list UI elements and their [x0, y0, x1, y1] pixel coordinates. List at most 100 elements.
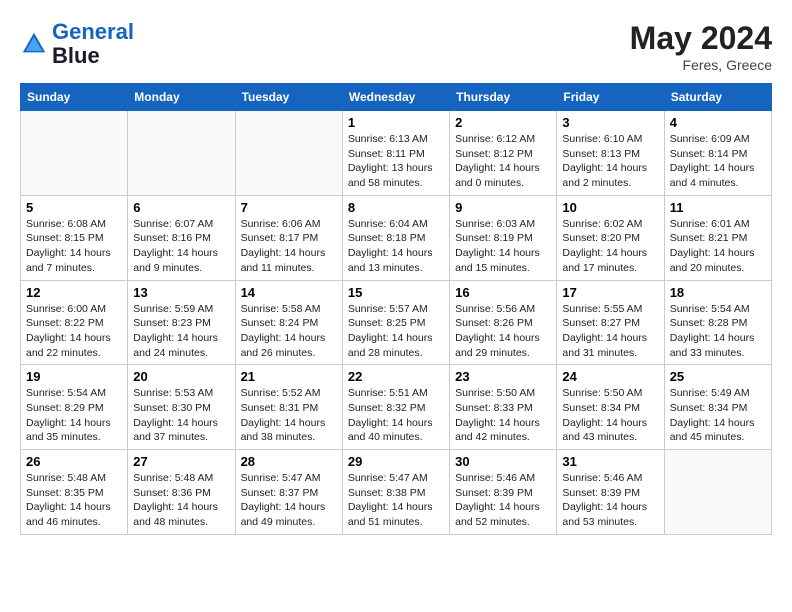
weekday-thursday: Thursday: [450, 84, 557, 111]
day-number: 3: [562, 115, 658, 130]
weekday-wednesday: Wednesday: [342, 84, 449, 111]
calendar-cell: 18 Sunrise: 5:54 AM Sunset: 8:28 PM Dayli…: [664, 280, 771, 365]
day-info: Sunrise: 5:48 AM Sunset: 8:35 PM Dayligh…: [26, 471, 122, 530]
title-block: May 2024 Feres, Greece: [630, 20, 772, 73]
calendar-cell: 24Sunrise: 5:50 AM Sunset: 8:34 PM Dayli…: [557, 365, 664, 450]
calendar-cell: 28 Sunrise: 5:47 AM Sunset: 8:37 PM Dayli…: [235, 450, 342, 535]
day-number: 5: [26, 200, 122, 215]
calendar-cell: 31 Sunrise: 5:46 AM Sunset: 8:39 PM Dayli…: [557, 450, 664, 535]
day-info: Sunrise: 5:46 AM Sunset: 8:39 PM Dayligh…: [562, 471, 658, 530]
day-info: Sunrise: 6:13 AM Sunset: 8:11 PM Dayligh…: [348, 132, 444, 191]
day-number: 23: [455, 369, 551, 384]
day-info: Sunrise: 5:47 AM Sunset: 8:38 PM Dayligh…: [348, 471, 444, 530]
day-number: 25: [670, 369, 766, 384]
day-info: Sunrise: 6:01 AM Sunset: 8:21 PM Dayligh…: [670, 217, 766, 276]
day-number: 21: [241, 369, 337, 384]
day-number: 9: [455, 200, 551, 215]
day-number: 15: [348, 285, 444, 300]
day-number: 27: [133, 454, 229, 469]
calendar-cell: 3 Sunrise: 6:10 AM Sunset: 8:13 PM Daylig…: [557, 111, 664, 196]
day-number: 20: [133, 369, 229, 384]
day-number: 7: [241, 200, 337, 215]
calendar-cell: 29 Sunrise: 5:47 AM Sunset: 8:38 PM Dayli…: [342, 450, 449, 535]
weekday-friday: Friday: [557, 84, 664, 111]
calendar-cell: 7Sunrise: 6:06 AM Sunset: 8:17 PM Daylig…: [235, 195, 342, 280]
calendar-week-1: 5 Sunrise: 6:08 AM Sunset: 8:15 PM Daylig…: [21, 195, 772, 280]
day-number: 29: [348, 454, 444, 469]
day-info: Sunrise: 6:09 AM Sunset: 8:14 PM Dayligh…: [670, 132, 766, 191]
day-info: Sunrise: 6:00 AM Sunset: 8:22 PM Dayligh…: [26, 302, 122, 361]
calendar-week-2: 12Sunrise: 6:00 AM Sunset: 8:22 PM Dayli…: [21, 280, 772, 365]
day-info: Sunrise: 5:52 AM Sunset: 8:31 PM Dayligh…: [241, 386, 337, 445]
day-number: 8: [348, 200, 444, 215]
calendar-cell: 10Sunrise: 6:02 AM Sunset: 8:20 PM Dayli…: [557, 195, 664, 280]
day-number: 6: [133, 200, 229, 215]
day-number: 24: [562, 369, 658, 384]
day-number: 13: [133, 285, 229, 300]
day-info: Sunrise: 5:50 AM Sunset: 8:33 PM Dayligh…: [455, 386, 551, 445]
logo-text: General Blue: [52, 20, 134, 68]
logo: General Blue: [20, 20, 134, 68]
calendar-cell: 26 Sunrise: 5:48 AM Sunset: 8:35 PM Dayli…: [21, 450, 128, 535]
month-title: May 2024: [630, 20, 772, 57]
day-info: Sunrise: 5:46 AM Sunset: 8:39 PM Dayligh…: [455, 471, 551, 530]
calendar-cell: 8 Sunrise: 6:04 AM Sunset: 8:18 PM Daylig…: [342, 195, 449, 280]
day-info: Sunrise: 6:07 AM Sunset: 8:16 PM Dayligh…: [133, 217, 229, 276]
calendar-body: 1Sunrise: 6:13 AM Sunset: 8:11 PM Daylig…: [21, 111, 772, 535]
calendar-cell: 4 Sunrise: 6:09 AM Sunset: 8:14 PM Daylig…: [664, 111, 771, 196]
calendar-cell: 16 Sunrise: 5:56 AM Sunset: 8:26 PM Dayli…: [450, 280, 557, 365]
day-number: 11: [670, 200, 766, 215]
day-number: 18: [670, 285, 766, 300]
calendar-cell: 9 Sunrise: 6:03 AM Sunset: 8:19 PM Daylig…: [450, 195, 557, 280]
day-number: 14: [241, 285, 337, 300]
calendar-cell: 2Sunrise: 6:12 AM Sunset: 8:12 PM Daylig…: [450, 111, 557, 196]
day-info: Sunrise: 6:04 AM Sunset: 8:18 PM Dayligh…: [348, 217, 444, 276]
day-info: Sunrise: 5:58 AM Sunset: 8:24 PM Dayligh…: [241, 302, 337, 361]
calendar-cell: 12Sunrise: 6:00 AM Sunset: 8:22 PM Dayli…: [21, 280, 128, 365]
weekday-sunday: Sunday: [21, 84, 128, 111]
day-info: Sunrise: 6:03 AM Sunset: 8:19 PM Dayligh…: [455, 217, 551, 276]
day-info: Sunrise: 5:51 AM Sunset: 8:32 PM Dayligh…: [348, 386, 444, 445]
day-number: 16: [455, 285, 551, 300]
calendar-cell: 19Sunrise: 5:54 AM Sunset: 8:29 PM Dayli…: [21, 365, 128, 450]
day-number: 31: [562, 454, 658, 469]
day-number: 22: [348, 369, 444, 384]
calendar-week-3: 19Sunrise: 5:54 AM Sunset: 8:29 PM Dayli…: [21, 365, 772, 450]
calendar-cell: [21, 111, 128, 196]
calendar-cell: 20Sunrise: 5:53 AM Sunset: 8:30 PM Dayli…: [128, 365, 235, 450]
page-header: General Blue May 2024 Feres, Greece: [20, 20, 772, 73]
day-info: Sunrise: 5:54 AM Sunset: 8:28 PM Dayligh…: [670, 302, 766, 361]
calendar-cell: [235, 111, 342, 196]
day-info: Sunrise: 6:02 AM Sunset: 8:20 PM Dayligh…: [562, 217, 658, 276]
day-number: 2: [455, 115, 551, 130]
day-info: Sunrise: 5:47 AM Sunset: 8:37 PM Dayligh…: [241, 471, 337, 530]
day-info: Sunrise: 6:08 AM Sunset: 8:15 PM Dayligh…: [26, 217, 122, 276]
calendar-cell: [128, 111, 235, 196]
day-number: 17: [562, 285, 658, 300]
day-info: Sunrise: 6:10 AM Sunset: 8:13 PM Dayligh…: [562, 132, 658, 191]
day-info: Sunrise: 5:49 AM Sunset: 8:34 PM Dayligh…: [670, 386, 766, 445]
calendar-table: SundayMondayTuesdayWednesdayThursdayFrid…: [20, 83, 772, 535]
calendar-cell: 25 Sunrise: 5:49 AM Sunset: 8:34 PM Dayli…: [664, 365, 771, 450]
day-number: 19: [26, 369, 122, 384]
calendar-cell: 17 Sunrise: 5:55 AM Sunset: 8:27 PM Dayli…: [557, 280, 664, 365]
calendar-cell: 23 Sunrise: 5:50 AM Sunset: 8:33 PM Dayli…: [450, 365, 557, 450]
calendar-cell: 30 Sunrise: 5:46 AM Sunset: 8:39 PM Dayli…: [450, 450, 557, 535]
calendar-cell: 5 Sunrise: 6:08 AM Sunset: 8:15 PM Daylig…: [21, 195, 128, 280]
day-info: Sunrise: 5:55 AM Sunset: 8:27 PM Dayligh…: [562, 302, 658, 361]
weekday-saturday: Saturday: [664, 84, 771, 111]
day-number: 28: [241, 454, 337, 469]
day-number: 30: [455, 454, 551, 469]
weekday-tuesday: Tuesday: [235, 84, 342, 111]
calendar-cell: 14 Sunrise: 5:58 AM Sunset: 8:24 PM Dayli…: [235, 280, 342, 365]
calendar-cell: 15 Sunrise: 5:57 AM Sunset: 8:25 PM Dayli…: [342, 280, 449, 365]
day-info: Sunrise: 5:57 AM Sunset: 8:25 PM Dayligh…: [348, 302, 444, 361]
calendar-cell: 27Sunrise: 5:48 AM Sunset: 8:36 PM Dayli…: [128, 450, 235, 535]
calendar-cell: 11 Sunrise: 6:01 AM Sunset: 8:21 PM Dayli…: [664, 195, 771, 280]
day-number: 26: [26, 454, 122, 469]
logo-icon: [20, 30, 48, 58]
calendar-week-0: 1Sunrise: 6:13 AM Sunset: 8:11 PM Daylig…: [21, 111, 772, 196]
day-info: Sunrise: 5:56 AM Sunset: 8:26 PM Dayligh…: [455, 302, 551, 361]
day-number: 4: [670, 115, 766, 130]
calendar-cell: 6 Sunrise: 6:07 AM Sunset: 8:16 PM Daylig…: [128, 195, 235, 280]
